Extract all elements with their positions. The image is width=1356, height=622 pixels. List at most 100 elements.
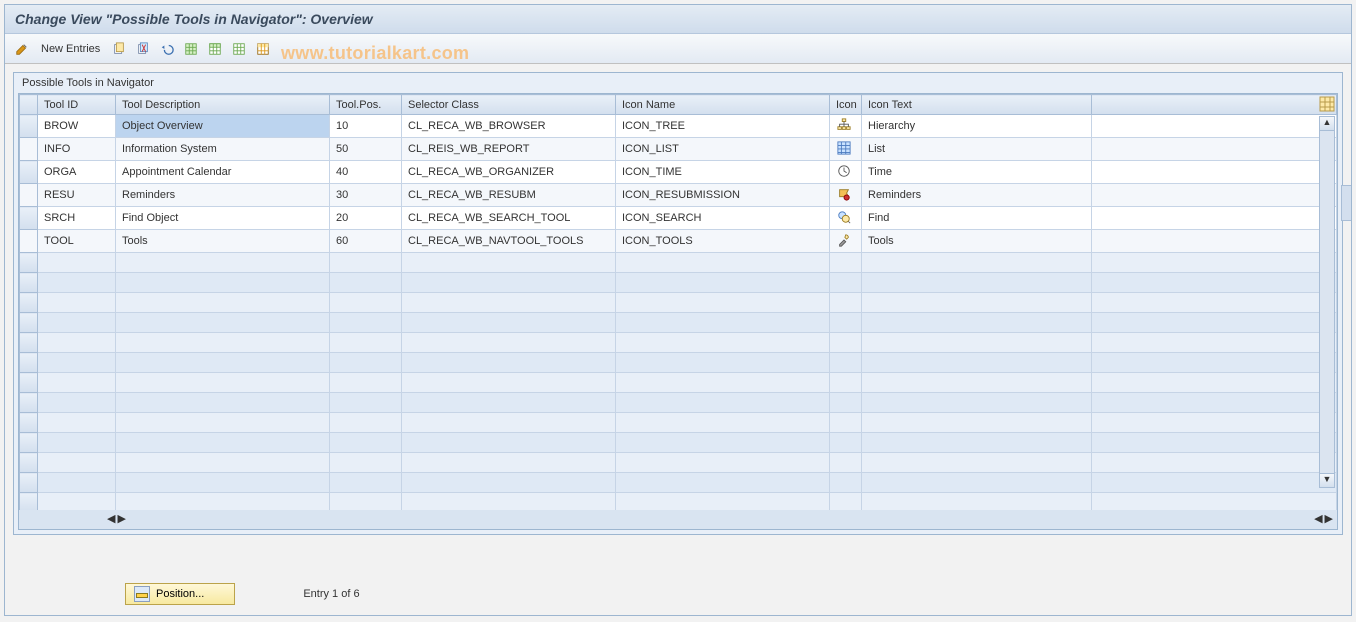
row-selector[interactable] <box>20 253 38 273</box>
scroll-right-step-icon[interactable]: ▶ <box>117 512 125 525</box>
cell-icon-text[interactable]: Time <box>862 161 1092 184</box>
cell-tool-pos[interactable]: 20 <box>330 207 402 230</box>
col-icon[interactable]: Icon <box>830 95 862 115</box>
row-selector[interactable] <box>20 413 38 433</box>
row-selector[interactable] <box>20 453 38 473</box>
cell-tool-pos[interactable]: 30 <box>330 184 402 207</box>
cell-icon-name[interactable]: ICON_RESUBMISSION <box>616 184 830 207</box>
toggle-display-change-icon[interactable] <box>11 39 33 59</box>
cell-tool-pos[interactable]: 40 <box>330 161 402 184</box>
row-selector[interactable] <box>20 230 38 253</box>
row-selector[interactable] <box>20 333 38 353</box>
cell-icon-text[interactable]: Tools <box>862 230 1092 253</box>
cell-icon-name[interactable]: ICON_TREE <box>616 115 830 138</box>
cell-selector-class[interactable]: CL_RECA_WB_RESUBM <box>402 184 616 207</box>
cell-selector-class[interactable]: CL_REIS_WB_REPORT <box>402 138 616 161</box>
row-selector[interactable] <box>20 184 38 207</box>
cell-tool-id[interactable]: ORGA <box>38 161 116 184</box>
select-block-icon[interactable] <box>204 39 226 59</box>
vertical-scrollbar[interactable]: ▲ ▼ <box>1319 116 1335 488</box>
row-selector[interactable] <box>20 393 38 413</box>
cell-spacer <box>1092 115 1337 138</box>
cell-selector-class[interactable]: CL_RECA_WB_SEARCH_TOOL <box>402 207 616 230</box>
row-selector[interactable] <box>20 115 38 138</box>
cell-selector-class[interactable]: CL_RECA_WB_NAVTOOL_TOOLS <box>402 230 616 253</box>
select-all-corner[interactable] <box>20 95 38 115</box>
scroll-right-icon[interactable]: ▶ <box>1325 512 1333 525</box>
row-selector[interactable] <box>20 313 38 333</box>
cell-tool-id[interactable]: INFO <box>38 138 116 161</box>
cell-empty <box>616 393 830 413</box>
cell-spacer <box>1092 138 1337 161</box>
table-row-empty <box>20 353 1337 373</box>
scroll-down-icon[interactable]: ▼ <box>1320 473 1334 487</box>
select-all-icon[interactable] <box>180 39 202 59</box>
cell-icon-text[interactable]: Hierarchy <box>862 115 1092 138</box>
cell-selector-class[interactable]: CL_RECA_WB_ORGANIZER <box>402 161 616 184</box>
scroll-up-icon[interactable]: ▲ <box>1320 117 1334 131</box>
row-selector[interactable] <box>20 353 38 373</box>
row-selector[interactable] <box>20 161 38 184</box>
cell-icon-text[interactable]: Find <box>862 207 1092 230</box>
cell-tool-pos[interactable]: 60 <box>330 230 402 253</box>
scroll-left-end-icon[interactable]: ◀ <box>1314 512 1322 525</box>
cell-tool-id[interactable]: TOOL <box>38 230 116 253</box>
table-row[interactable]: RESUReminders30CL_RECA_WB_RESUBMICON_RES… <box>20 184 1337 207</box>
cell-tool-desc[interactable]: Reminders <box>116 184 330 207</box>
table-row[interactable]: TOOLTools60CL_RECA_WB_NAVTOOL_TOOLSICON_… <box>20 230 1337 253</box>
table-row[interactable]: INFOInformation System50CL_REIS_WB_REPOR… <box>20 138 1337 161</box>
cell-tool-id[interactable]: BROW <box>38 115 116 138</box>
cell-empty <box>830 273 862 293</box>
cell-icon-text[interactable]: List <box>862 138 1092 161</box>
cell-tool-id[interactable]: SRCH <box>38 207 116 230</box>
scroll-left-icon[interactable]: ◀ <box>107 512 115 525</box>
cell-tool-pos[interactable]: 10 <box>330 115 402 138</box>
tools-table: Tool ID Tool Description Tool.Pos. Selec… <box>19 94 1337 510</box>
row-selector[interactable] <box>20 433 38 453</box>
col-selector-class[interactable]: Selector Class <box>402 95 616 115</box>
cell-empty <box>116 293 330 313</box>
cell-tool-pos[interactable]: 50 <box>330 138 402 161</box>
undo-change-icon[interactable] <box>156 39 178 59</box>
cell-empty <box>862 393 1092 413</box>
deselect-all-icon[interactable] <box>228 39 250 59</box>
row-selector[interactable] <box>20 273 38 293</box>
configure-columns-icon[interactable] <box>1319 96 1335 112</box>
row-selector[interactable] <box>20 293 38 313</box>
cell-tool-desc[interactable]: Appointment Calendar <box>116 161 330 184</box>
cell-empty <box>330 273 402 293</box>
cell-empty <box>862 313 1092 333</box>
cell-empty <box>330 473 402 493</box>
row-selector[interactable] <box>20 207 38 230</box>
col-icon-text[interactable]: Icon Text <box>862 95 1092 115</box>
copy-as-icon[interactable] <box>108 39 130 59</box>
cell-icon-name[interactable]: ICON_TIME <box>616 161 830 184</box>
new-entries-button[interactable]: New Entries <box>35 39 106 59</box>
cell-selector-class[interactable]: CL_RECA_WB_BROWSER <box>402 115 616 138</box>
page-title: Change View "Possible Tools in Navigator… <box>5 5 1351 34</box>
col-tool-desc[interactable]: Tool Description <box>116 95 330 115</box>
col-tool-pos[interactable]: Tool.Pos. <box>330 95 402 115</box>
row-selector[interactable] <box>20 373 38 393</box>
row-selector[interactable] <box>20 138 38 161</box>
cell-icon-name[interactable]: ICON_LIST <box>616 138 830 161</box>
row-selector[interactable] <box>20 493 38 511</box>
cell-icon-name[interactable]: ICON_TOOLS <box>616 230 830 253</box>
cell-icon-text[interactable]: Reminders <box>862 184 1092 207</box>
cell-tool-desc[interactable]: Information System <box>116 138 330 161</box>
print-bc-set-icon[interactable] <box>252 39 274 59</box>
row-selector[interactable] <box>20 473 38 493</box>
col-tool-id[interactable]: Tool ID <box>38 95 116 115</box>
table-row[interactable]: ORGAAppointment Calendar40CL_RECA_WB_ORG… <box>20 161 1337 184</box>
cell-tool-desc[interactable]: Object Overview <box>116 115 330 138</box>
col-icon-name[interactable]: Icon Name <box>616 95 830 115</box>
delete-icon[interactable] <box>132 39 154 59</box>
position-button[interactable]: Position... <box>125 583 235 605</box>
cell-tool-desc[interactable]: Find Object <box>116 207 330 230</box>
table-row[interactable]: SRCHFind Object20CL_RECA_WB_SEARCH_TOOLI… <box>20 207 1337 230</box>
cell-icon-name[interactable]: ICON_SEARCH <box>616 207 830 230</box>
cell-tool-desc[interactable]: Tools <box>116 230 330 253</box>
side-grip[interactable] <box>1341 185 1351 221</box>
cell-tool-id[interactable]: RESU <box>38 184 116 207</box>
table-row[interactable]: BROWObject Overview10CL_RECA_WB_BROWSERI… <box>20 115 1337 138</box>
